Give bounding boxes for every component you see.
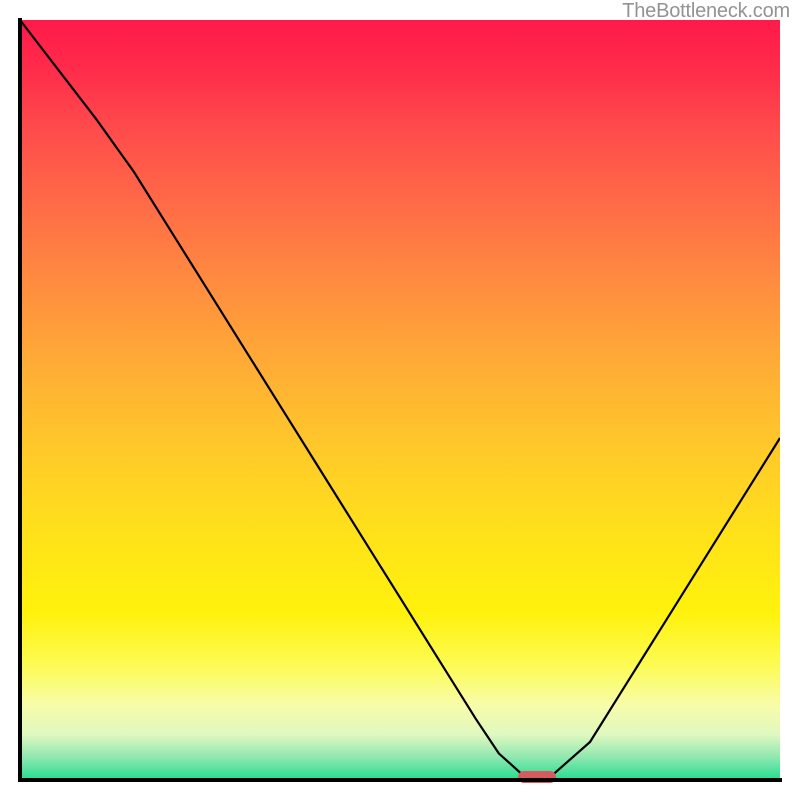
plot-area <box>20 20 780 780</box>
curve-layer <box>20 20 780 780</box>
bottleneck-curve <box>20 20 780 777</box>
x-axis <box>18 778 782 782</box>
watermark-text: TheBottleneck.com <box>622 0 790 23</box>
bottleneck-chart: TheBottleneck.com <box>0 0 800 800</box>
y-axis <box>18 18 22 782</box>
